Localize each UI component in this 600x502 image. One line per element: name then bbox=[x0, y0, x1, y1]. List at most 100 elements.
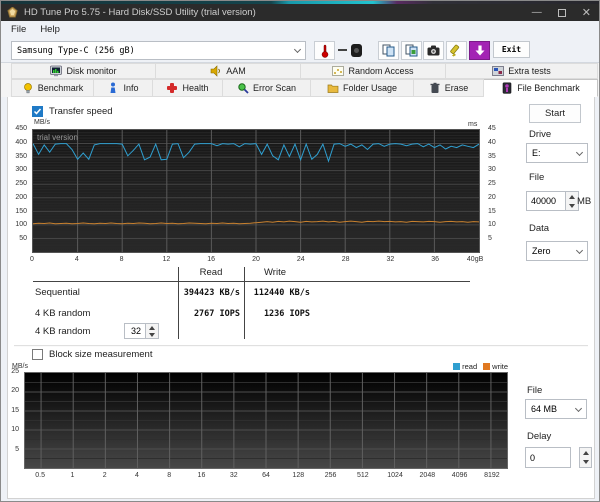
exit-button[interactable]: Exit bbox=[493, 41, 530, 58]
tick-label: 64 bbox=[262, 472, 270, 479]
maximize-button[interactable] bbox=[558, 9, 566, 17]
menu-bar: File Help bbox=[1, 21, 600, 37]
tab-folder-usage[interactable]: Folder Usage bbox=[311, 79, 414, 97]
lightbulb-icon bbox=[22, 82, 34, 94]
tick-label: 8192 bbox=[484, 472, 500, 479]
tick-label: 4 bbox=[75, 256, 79, 263]
queue-depth-spinner[interactable]: 32 bbox=[124, 323, 159, 339]
tick-label: 10 bbox=[488, 221, 496, 228]
tick-label: 16 bbox=[207, 256, 215, 263]
top-chart-yaxis-left: 45040035030025020015010050 bbox=[8, 129, 29, 253]
close-button[interactable]: ✕ bbox=[582, 8, 591, 18]
results-header-write: Write bbox=[244, 267, 306, 278]
legend-swatch bbox=[483, 363, 490, 370]
tick-label: 256 bbox=[325, 472, 337, 479]
tick-label: 4 bbox=[135, 472, 139, 479]
tick-label: 1024 bbox=[387, 472, 403, 479]
tick-label: 5 bbox=[488, 235, 492, 242]
tick-label: 20 bbox=[488, 194, 496, 201]
screenshot-button[interactable] bbox=[423, 41, 444, 60]
top-chart-yaxis-right: 45403530252015105 bbox=[484, 129, 504, 253]
title-bar[interactable]: HD Tune Pro 5.75 - Hard Disk/SSD Utility… bbox=[1, 4, 600, 21]
tick-label: 25 bbox=[8, 368, 19, 375]
tick-label: 50 bbox=[9, 235, 27, 242]
tab-strip: Disk monitor AAM Random Access bbox=[1, 63, 600, 97]
data-pattern-dropdown[interactable]: Zero bbox=[526, 241, 588, 261]
tick-label: 36 bbox=[431, 256, 439, 263]
top-chart-xaxis: 0481216202428323640gB bbox=[32, 256, 480, 266]
drive-select-value: Samsung Type-C (256 gB) bbox=[17, 46, 135, 56]
tab-health[interactable]: Health bbox=[153, 79, 223, 97]
temperature-button[interactable] bbox=[314, 41, 335, 60]
menu-help[interactable]: Help bbox=[40, 24, 60, 35]
tick-label: 10 bbox=[8, 426, 19, 433]
tick-label: 8 bbox=[120, 256, 124, 263]
transfer-speed-plot bbox=[33, 130, 479, 252]
file-size-unit: MB bbox=[577, 196, 591, 207]
tick-label: 0 bbox=[30, 256, 34, 263]
random-access-icon bbox=[332, 65, 344, 77]
bottom-chart-xaxis: 0.512481632641282565121024204840968192 bbox=[24, 472, 508, 482]
tick-label: 8 bbox=[167, 472, 171, 479]
result-sequential-read: 394423 KB/s bbox=[158, 288, 240, 298]
block-size-checkbox[interactable]: Block size measurement bbox=[32, 349, 152, 360]
bottom-file-dropdown[interactable]: 64 MB bbox=[525, 399, 587, 419]
chevron-down-icon bbox=[575, 404, 582, 411]
tab-aam[interactable]: AAM bbox=[156, 63, 301, 79]
tick-label: 15 bbox=[8, 407, 19, 414]
tick-label: 20 bbox=[252, 256, 260, 263]
tick-label: 16 bbox=[198, 472, 206, 479]
start-button[interactable]: Start bbox=[529, 104, 581, 123]
temperature-value bbox=[338, 49, 347, 51]
tab-info[interactable]: Info bbox=[94, 79, 153, 97]
tab-erase[interactable]: Erase bbox=[414, 79, 484, 97]
tab-extra-tests[interactable]: Extra tests bbox=[446, 63, 598, 79]
checkbox-checked-icon bbox=[32, 106, 43, 117]
minimize-button[interactable]: — bbox=[532, 8, 542, 18]
tick-label: 4096 bbox=[452, 472, 468, 479]
toolbar: Samsung Type-C (256 gB) bbox=[1, 37, 600, 63]
tick-label: 30 bbox=[488, 166, 496, 173]
highlight-button[interactable] bbox=[446, 41, 467, 60]
download-update-button[interactable] bbox=[469, 41, 490, 60]
delay-input[interactable]: 0 bbox=[525, 447, 571, 468]
tick-label: 20 bbox=[8, 387, 19, 394]
tab-random-access[interactable]: Random Access bbox=[301, 63, 446, 79]
window-title: HD Tune Pro 5.75 - Hard Disk/SSD Utility… bbox=[24, 7, 532, 18]
disk-monitor-icon bbox=[50, 65, 62, 77]
chevron-down-icon bbox=[294, 46, 301, 53]
tick-label: 5 bbox=[8, 446, 19, 453]
bottom-chart-legend: readwrite bbox=[408, 362, 508, 371]
result-random-write: 1236 IOPS bbox=[248, 309, 310, 319]
result-row-label: Sequential bbox=[35, 287, 80, 298]
copy-text-button[interactable] bbox=[378, 41, 399, 60]
spin-down-button[interactable] bbox=[146, 331, 158, 338]
spin-down-button[interactable] bbox=[580, 458, 591, 468]
delay-spinner[interactable] bbox=[579, 447, 592, 468]
menu-file[interactable]: File bbox=[11, 24, 26, 35]
tick-label: 2048 bbox=[420, 472, 436, 479]
copy-image-button[interactable] bbox=[401, 41, 422, 60]
tick-label: 512 bbox=[357, 472, 369, 479]
table-divider bbox=[178, 267, 179, 339]
file-size-spinner[interactable]: 40000 bbox=[526, 191, 579, 211]
tick-label: 300 bbox=[9, 166, 27, 173]
file-benchmark-panel: Transfer speed Start MB/s ms 45040035030… bbox=[7, 97, 595, 499]
chevron-down-icon bbox=[576, 246, 583, 253]
drive-dropdown[interactable]: E: bbox=[526, 143, 588, 163]
transfer-speed-checkbox[interactable]: Transfer speed bbox=[32, 106, 113, 117]
spin-up-button[interactable] bbox=[580, 448, 591, 458]
extra-tests-icon bbox=[492, 65, 504, 77]
top-chart-ylabel-left: MB/s bbox=[34, 119, 50, 126]
tab-benchmark[interactable]: Benchmark bbox=[11, 79, 94, 97]
drive-select-dropdown[interactable]: Samsung Type-C (256 gB) bbox=[11, 41, 306, 60]
temperature-unit-icon bbox=[351, 44, 362, 57]
bottom-file-label: File bbox=[527, 385, 542, 396]
tick-label: 350 bbox=[9, 153, 27, 160]
spin-up-button[interactable] bbox=[146, 324, 158, 331]
tab-disk-monitor[interactable]: Disk monitor bbox=[11, 63, 156, 79]
tab-file-benchmark[interactable]: File Benchmark bbox=[484, 79, 598, 97]
tick-label: 100 bbox=[9, 221, 27, 228]
file-size-label: File bbox=[529, 172, 544, 183]
tab-error-scan[interactable]: Error Scan bbox=[223, 79, 311, 97]
